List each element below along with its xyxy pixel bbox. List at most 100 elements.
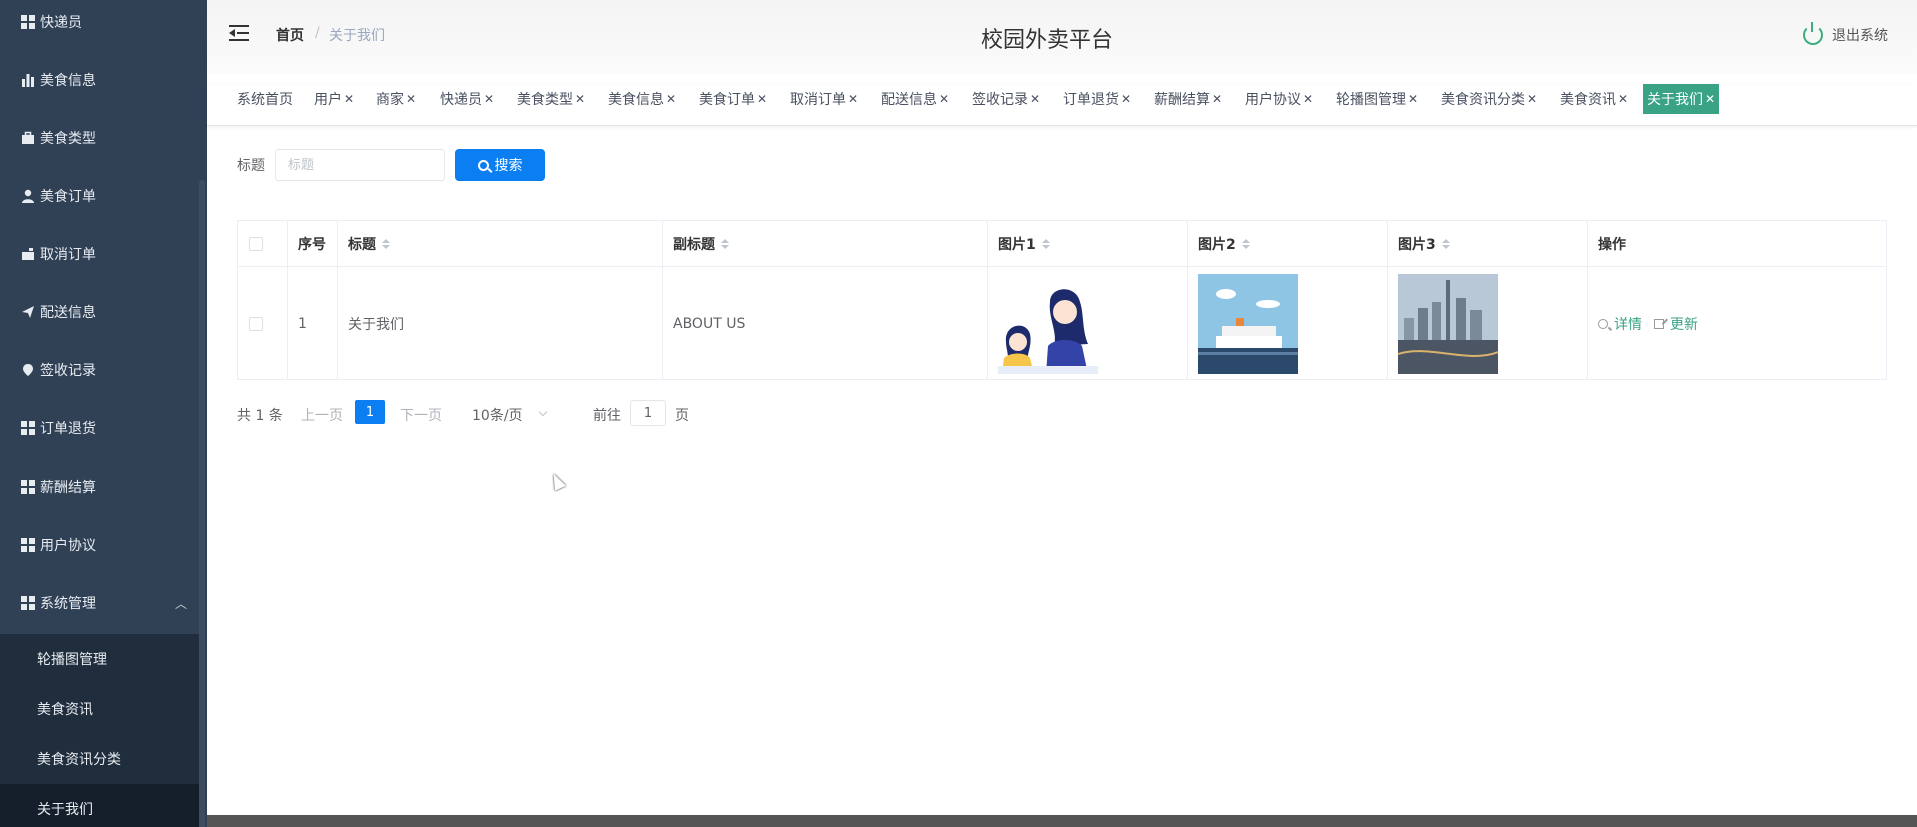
sort-icon[interactable] — [382, 238, 390, 249]
tag-label: 薪酬结算 — [1154, 92, 1210, 108]
header-subtitle[interactable]: 副标题 — [663, 221, 988, 266]
sort-icon[interactable] — [1441, 238, 1450, 249]
tag-food-news-category[interactable]: 美食资讯分类 ✕ — [1437, 84, 1541, 114]
submenu-item-food-news[interactable]: 美食资讯 — [0, 684, 200, 734]
grid-icon — [21, 596, 35, 610]
sidebar-scrollbar[interactable] — [199, 180, 205, 827]
page-size-select[interactable]: 10条/页 — [472, 405, 523, 425]
submenu-item-banner[interactable]: 轮播图管理 — [0, 634, 200, 684]
breadcrumb-home[interactable]: 首页 — [276, 25, 304, 45]
sidebar-item-user-agreement[interactable]: 用户协议 — [0, 525, 207, 565]
tag-label: 取消订单 — [790, 92, 846, 108]
tag-merchant[interactable]: 商家 ✕ — [372, 84, 420, 114]
header-title[interactable]: 标题 — [338, 221, 663, 266]
header-image3[interactable]: 图片3 — [1388, 221, 1588, 266]
menu-toggle-icon[interactable] — [229, 25, 249, 41]
pagination-current-page[interactable]: 1 — [355, 400, 385, 424]
pagination-next[interactable]: 下一页 — [400, 405, 442, 425]
pagination-total: 共 1 条 — [237, 408, 283, 424]
sidebar-item-receipt-record[interactable]: 签收记录 — [0, 350, 207, 390]
location-icon — [21, 363, 35, 377]
submenu-item-about-us[interactable]: 关于我们 — [0, 784, 200, 827]
pagination-prev[interactable]: 上一页 — [301, 405, 343, 425]
tag-user[interactable]: 用户 ✕ — [310, 84, 358, 114]
submenu-item-food-news-category[interactable]: 美食资讯分类 — [0, 734, 200, 784]
logout-button[interactable]: 退出系统 — [1803, 22, 1888, 45]
header-image1[interactable]: 图片1 — [988, 221, 1188, 266]
search-icon — [477, 159, 489, 171]
close-icon[interactable]: ✕ — [666, 92, 676, 106]
power-icon — [1803, 22, 1823, 45]
search-input[interactable] — [275, 149, 445, 181]
cell-index: 1 — [288, 267, 338, 380]
sidebar-item-food-order[interactable]: 美食订单 — [0, 176, 207, 216]
close-icon[interactable]: ✕ — [1408, 92, 1418, 106]
sidebar-item-label: 签收记录 — [40, 363, 96, 379]
chevron-down-icon[interactable] — [538, 407, 548, 417]
grid-icon — [21, 421, 35, 435]
select-all-checkbox[interactable] — [249, 236, 263, 251]
close-icon[interactable]: ✕ — [848, 92, 858, 106]
sidebar-item-food-info[interactable]: 美食信息 — [0, 60, 207, 100]
sort-icon[interactable] — [1241, 238, 1250, 249]
close-icon[interactable]: ✕ — [757, 92, 767, 106]
tag-user-agreement[interactable]: 用户协议 ✕ — [1241, 84, 1317, 114]
tag-salary[interactable]: 薪酬结算 ✕ — [1150, 84, 1226, 114]
pagination-goto-input[interactable]: 1 — [630, 400, 666, 426]
image-thumbnail-ship[interactable] — [1198, 273, 1298, 374]
sort-icon[interactable] — [721, 238, 729, 249]
close-icon[interactable]: ✕ — [406, 92, 416, 106]
close-icon[interactable]: ✕ — [575, 92, 585, 106]
close-icon[interactable]: ✕ — [1121, 92, 1131, 106]
tag-delivery-info[interactable]: 配送信息 ✕ — [877, 84, 953, 114]
sidebar-item-label: 订单退货 — [40, 421, 96, 437]
sidebar-item-food-type[interactable]: 美食类型 — [0, 118, 207, 158]
sidebar-item-delivery-info[interactable]: 配送信息 — [0, 292, 207, 332]
tag-about-us[interactable]: 关于我们 ✕ — [1643, 84, 1720, 114]
tag-label: 关于我们 — [1647, 92, 1703, 108]
close-icon[interactable]: ✕ — [1303, 92, 1313, 106]
detail-button[interactable]: 详情 — [1598, 314, 1642, 334]
tag-food-news[interactable]: 美食资讯 ✕ — [1556, 84, 1632, 114]
update-button[interactable]: 更新 — [1654, 314, 1698, 334]
image-thumbnail-city[interactable] — [1398, 273, 1498, 374]
close-icon[interactable]: ✕ — [484, 92, 494, 106]
search-button-label: 搜索 — [494, 157, 523, 173]
tag-food-type[interactable]: 美食类型 ✕ — [513, 84, 589, 114]
tag-home[interactable]: 系统首页 — [233, 84, 297, 114]
close-icon[interactable]: ✕ — [1212, 92, 1222, 106]
sidebar-item-salary[interactable]: 薪酬结算 — [0, 467, 207, 507]
close-icon[interactable]: ✕ — [1030, 92, 1040, 106]
tag-courier[interactable]: 快递员 ✕ — [436, 84, 498, 114]
close-icon[interactable]: ✕ — [344, 92, 354, 106]
sidebar-item-order-return[interactable]: 订单退货 — [0, 408, 207, 448]
image-thumbnail-girls[interactable] — [998, 273, 1098, 374]
sort-icon[interactable] — [1041, 238, 1050, 249]
close-icon[interactable]: ✕ — [1527, 92, 1537, 106]
tag-label: 轮播图管理 — [1336, 92, 1406, 108]
sidebar-item-cancel-order[interactable]: 取消订单 — [0, 234, 207, 274]
tag-banner[interactable]: 轮播图管理 ✕ — [1332, 84, 1422, 114]
row-checkbox[interactable] — [249, 316, 263, 331]
row-select — [238, 267, 288, 380]
search-button[interactable]: 搜索 — [455, 149, 545, 181]
header-image2[interactable]: 图片2 — [1188, 221, 1388, 266]
tag-order-return[interactable]: 订单退货 ✕ — [1059, 84, 1135, 114]
sidebar-item-label: 美食订单 — [40, 189, 96, 205]
close-icon[interactable]: ✕ — [1705, 92, 1715, 106]
close-icon[interactable]: ✕ — [1618, 92, 1628, 106]
tag-cancel-order[interactable]: 取消订单 ✕ — [786, 84, 862, 114]
column-label: 图片2 — [1198, 236, 1236, 253]
close-icon[interactable]: ✕ — [939, 92, 949, 106]
cell-text: 关于我们 — [348, 316, 404, 333]
tag-food-order[interactable]: 美食订单 ✕ — [695, 84, 771, 114]
tag-receipt-record[interactable]: 签收记录 ✕ — [968, 84, 1044, 114]
tag-label: 签收记录 — [972, 92, 1028, 108]
tag-food-info[interactable]: 美食信息 ✕ — [604, 84, 680, 114]
tag-label: 美食信息 — [608, 92, 664, 108]
cell-image1 — [988, 267, 1188, 380]
sidebar-item-system-management[interactable]: 系统管理 ︿ — [0, 583, 207, 623]
sidebar-item-courier[interactable]: 快递员 — [0, 2, 207, 42]
tag-label: 商家 — [376, 92, 404, 108]
cell-subtitle: ABOUT US — [663, 267, 988, 380]
